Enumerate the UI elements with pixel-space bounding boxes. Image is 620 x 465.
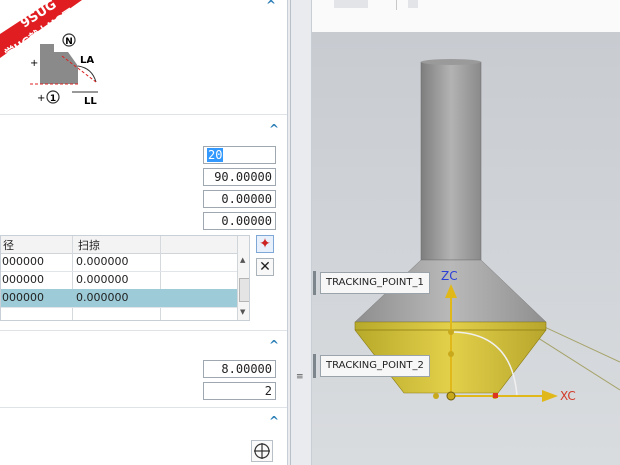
tracking-point-2-marker [313,354,316,378]
section-divider [0,407,287,408]
table-cell: 0.000000 [76,273,129,286]
panel-splitter[interactable]: ≡ [287,0,312,465]
viewport-toolbar [312,0,620,33]
param-field-4[interactable]: 0.00000 [203,212,276,230]
table-header: 径 扫掠 [1,236,237,254]
scroll-up-icon[interactable]: ▲ [240,256,245,264]
table-cell: 0.000000 [76,291,129,304]
section3-field-2[interactable]: 2 [203,382,276,400]
param-field-3[interactable]: 0.00000 [203,190,276,208]
toolbar-icon-1[interactable] [334,0,368,8]
param-field-2[interactable]: 90.00000 [203,168,276,186]
table-cell: 000000 [2,291,44,304]
toolbar-separator [396,0,397,10]
close-icon: ✕ [259,259,271,275]
table-cell: 000000 [2,255,44,268]
handle-point[interactable] [433,393,439,399]
param-field-1[interactable]: 20 [203,146,276,164]
add-row-button[interactable]: ✦ [256,235,274,253]
zc-axis-label: ZC [441,269,458,283]
ll-label: LL [84,96,97,107]
collapse-section-3-icon[interactable]: ^ [266,338,282,352]
crosshair-icon [254,443,270,459]
table-row[interactable]: 000000 0.000000 [1,253,237,272]
collapse-section-2-icon[interactable]: ^ [266,122,282,136]
param-field-1-value: 20 [207,148,224,162]
scroll-thumb[interactable] [239,278,249,302]
origin-marker [493,393,498,398]
tracking-point-1-label[interactable]: TRACKING_POINT_1 [320,272,430,294]
collapse-section-4-icon[interactable]: ^ [266,414,282,428]
watermark-logo: 9SUG 学UG就上UG网 [0,0,82,61]
handle-point[interactable] [448,351,454,357]
data-table: 径 扫掠 000000 0.000000 000000 0.000000 000… [0,235,250,321]
tool-shank[interactable] [420,61,482,261]
add-point-icon: ✦ [259,236,271,252]
scroll-down-icon[interactable]: ▼ [240,308,245,316]
xc-axis-label: XC [560,389,576,403]
plus-mark: + [37,93,45,104]
shank-top [421,59,481,65]
origin-handle[interactable] [446,391,456,401]
table-row-selected[interactable]: 000000 0.000000 [1,289,237,308]
handle-point[interactable] [448,329,454,335]
section-divider [0,330,287,331]
table-header-col1[interactable]: 径 [3,237,14,253]
table-row[interactable]: 000000 0.000000 [1,271,237,290]
table-scrollbar[interactable]: ▲ ▼ [237,236,249,320]
tracking-point-2-label[interactable]: TRACKING_POINT_2 [320,355,430,377]
table-cell: 0.000000 [76,255,129,268]
section-divider [0,114,287,115]
xc-arrow-icon[interactable] [542,390,558,402]
collapse-section-1-icon[interactable]: ^ [263,0,279,12]
toolbar-icon-2[interactable] [408,0,418,8]
splitter-line [290,0,291,465]
splitter-grip-icon[interactable]: ≡ [296,372,304,382]
dialog-panel: ^ N 1 LA LL + + 9SUG 学UG就上UG网 ^ 20 90.00… [0,0,287,465]
specify-point-button[interactable] [251,440,273,462]
delete-row-button[interactable]: ✕ [256,258,274,276]
table-cell: 000000 [2,273,44,286]
table-header-col2[interactable]: 扫掠 [78,237,100,253]
section3-field-1[interactable]: 8.00000 [203,360,276,378]
one-label: 1 [50,94,56,104]
tracking-point-1-marker [313,271,316,295]
